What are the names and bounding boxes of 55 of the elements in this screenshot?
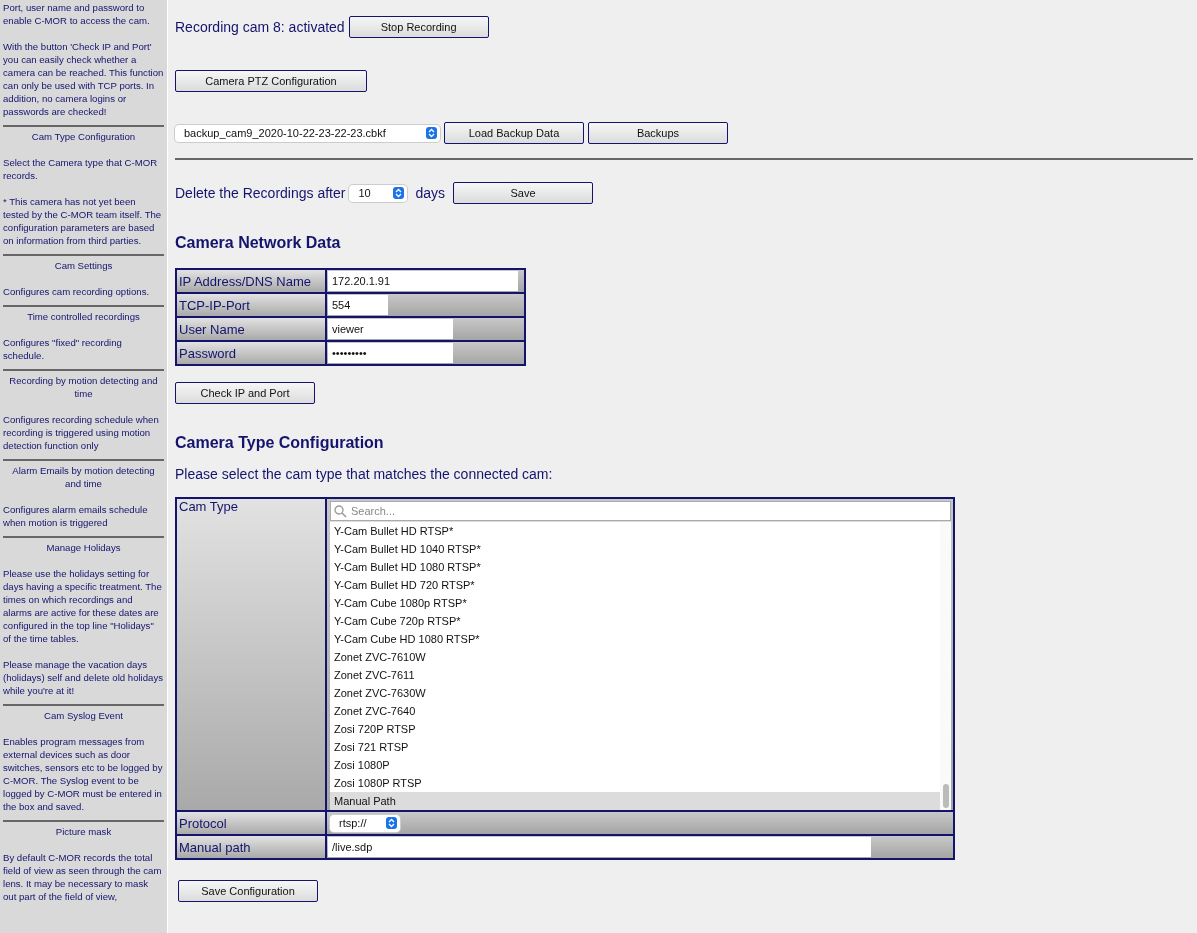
stop-recording-button[interactable]: Stop Recording	[348, 16, 489, 38]
section-heading: Camera Type Configuration	[175, 434, 385, 452]
help-text: Configures alarm emails schedule when motion is triggered	[3, 503, 149, 529]
input-field[interactable]: 172.20.1.91	[328, 271, 518, 291]
load-backup-button[interactable]: Load Backup Data	[444, 122, 584, 144]
input-field[interactable]: /live.sdp	[328, 837, 871, 857]
help-text: With the button 'Check IP and Port' you can easily check whether a camera can be reached. This function can only be used with TCP ports. In addition, no camera logins or passwords are checked!	[3, 40, 164, 118]
help-section-title: Recording by motion detecting and time	[8, 374, 159, 400]
save-button[interactable]: Save	[453, 182, 593, 204]
help-section-title: Manage Holidays	[45, 541, 122, 554]
help-section-title: Cam Type Configuration	[30, 130, 137, 143]
help-text: Please use the holidays setting for days having a specific treatment. The times on which recordings and alarms are active for these dates are configured in the top line "Holidays" of the time tables.	[3, 567, 163, 645]
field-label: Password	[176, 341, 326, 365]
field-label: TCP-IP-Port	[176, 293, 326, 317]
help-section-title: Cam Syslog Event	[43, 709, 124, 722]
input-field[interactable]: •••••••••	[328, 343, 453, 363]
check-ip-port-button[interactable]: Check IP and Port	[175, 382, 315, 404]
help-text: * This camera has not yet been tested by the C-MOR team itself. The configuration parameters are based on information from third parties.	[3, 195, 163, 247]
cam-type-option[interactable]: Manual Path	[330, 792, 940, 810]
field-label: User Name	[176, 317, 326, 341]
save-configuration-button[interactable]: Save Configuration	[178, 880, 318, 902]
help-text: Port, user name and password to enable C-MOR to access the cam.	[3, 1, 151, 27]
instruction-text: Please select the cam type that matches the connected cam:	[175, 466, 554, 482]
protocol-select[interactable]: rtsp://	[330, 814, 400, 832]
help-text: Please manage the vacation days (holidays) self and delete old holidays while you're at it!	[3, 658, 164, 697]
dropdown-arrows-icon	[393, 187, 405, 199]
input-field[interactable]: viewer	[328, 319, 453, 339]
backups-button[interactable]: Backups	[588, 122, 728, 144]
help-text: Enables program messages from external devices such as door switches, sensors etc to be logged by C-MOR. The Syslog event to be logged by C-MOR must be entered in the box and saved.	[3, 735, 164, 813]
field-label: IP Address/DNS Name	[176, 269, 326, 293]
search-icon	[334, 504, 347, 518]
help-text: Configures cam recording options.	[3, 285, 151, 298]
scrollbar-thumb[interactable]	[943, 784, 949, 808]
retention-days-select[interactable]: 10	[349, 184, 408, 202]
help-section-title: Time controlled recordings	[26, 310, 141, 323]
days-label: days	[415, 185, 445, 201]
help-text: Select the Camera type that C-MOR records.	[3, 156, 159, 182]
help-text: Configures recording schedule when recording is triggered using motion detection function only	[3, 413, 160, 452]
help-section-title: Picture mask	[54, 825, 113, 838]
dropdown-arrows-icon	[386, 817, 397, 829]
help-section-title: Alarm Emails by motion detecting and time	[11, 464, 156, 490]
help-text: Configures "fixed" recording schedule.	[3, 336, 123, 362]
help-text: By default C-MOR records the total field of view as seen through the cam lens. It may be necessary to mask out part of the field of view,	[3, 851, 163, 903]
retention-label: Delete the Recordings after	[175, 185, 346, 201]
help-section-title: Cam Settings	[53, 259, 114, 272]
input-field[interactable]: 554	[328, 295, 388, 315]
section-heading: Camera Network Data	[175, 234, 342, 252]
field-label: Manual path	[176, 835, 326, 859]
field-label: Cam Type	[176, 498, 326, 811]
recording-status: Recording cam 8: activated	[175, 19, 345, 35]
field-label: Protocol	[176, 811, 326, 835]
dropdown-arrows-icon	[426, 127, 437, 139]
ptz-configuration-button[interactable]: Camera PTZ Configuration	[175, 70, 367, 92]
search-field[interactable]: Search...	[330, 501, 951, 521]
backup-file-select[interactable]: backup_cam9_2020-10-22-23-22-23.cbkf	[175, 124, 440, 142]
